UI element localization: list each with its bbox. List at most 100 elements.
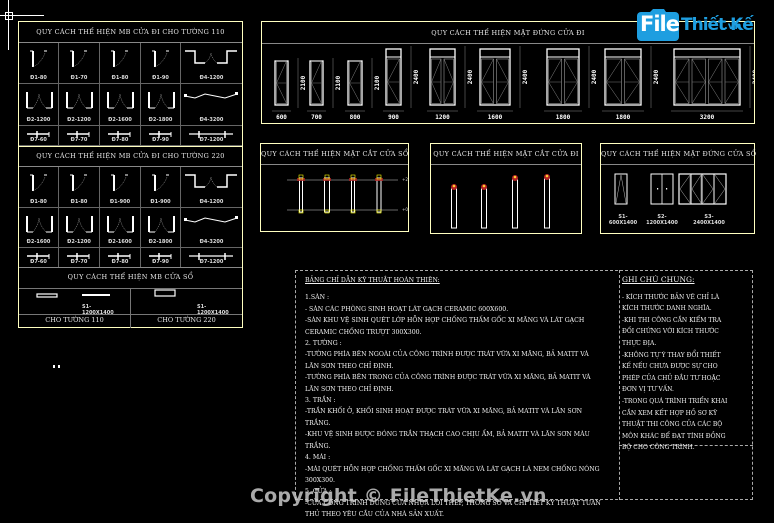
technical-notes: BẢNG CHỈ DẪN KỸ THUẬT HOÀN THIỆN: 1.SÀN … — [305, 275, 601, 521]
general-note-line: THUẬT THI CÔNG CỦA CÁC BỘ — [622, 421, 723, 429]
door-elevation-item: 1600 2400 — [477, 46, 529, 121]
logo-file: File — [640, 12, 680, 36]
door-elevation-item: 900 2400 — [383, 46, 420, 121]
door-plan-220-cell: Đ7-60 — [19, 248, 59, 268]
general-note-line: THỰC ĐỊA. — [622, 339, 657, 347]
footer-wall-220: CHO TƯỜNG 220 — [157, 316, 216, 324]
point-marker — [53, 365, 55, 368]
door-plan-110-grid: Đ1-80 Đ1-70 Đ1-80 Đ1-90 Đ4-1200 Đ2-1200 Đ2-120… — [19, 43, 242, 146]
door-plan-220-cell: Đ4-3200 — [181, 208, 242, 248]
door-section-member — [544, 174, 550, 229]
technical-note-line: CERAMIC CHỐNG TRƯỢT 300X300. — [305, 328, 422, 336]
door-width-label: 900 — [388, 114, 399, 121]
general-note-line: KẾ NẾU CHƯA ĐƯỢC SỰ CHO — [622, 363, 718, 371]
door-plan-220-cell: Đ4-1200 — [181, 167, 242, 208]
door-code-label: Đ2-1200 — [67, 117, 91, 123]
technical-note-line: 3. TRẦN : — [305, 397, 336, 405]
general-note-line: PHÉP CỦA CHỦ ĐẦU TƯ HOẶC — [622, 374, 721, 382]
door-plan-110-cell: Đ7-90 — [141, 126, 181, 146]
door-plan-110-cell: Đ1-80 — [19, 43, 59, 84]
level-bottom: +0.9 — [402, 207, 408, 212]
door-plan-220-cell: Đ1-80 — [59, 167, 100, 208]
general-note-line: -TRONG QUÁ TRÌNH TRIỂN KHAI — [622, 397, 728, 405]
door-section-panel: QUY CÁCH THỂ HIỆN MẶT CẮT CỬA ĐI — [430, 143, 582, 234]
door-plan-220-cell: Đ2-1800 — [141, 208, 181, 248]
door-height-label: 2100 — [335, 75, 342, 90]
door-code-label: Đ7-70 — [70, 137, 88, 143]
door-plan-220-grid: Đ1-80 Đ1-80 Đ1-900 Đ1-900 Đ4-1200 Đ2-1600 Đ2-1… — [19, 167, 242, 268]
door-height-label: 2400 — [467, 69, 474, 84]
technical-note-line: THỦ THEO YÊU CẦU CỦA NHÀ SẢN XUẤT. — [305, 511, 444, 519]
door-code-label: Đ1-80 — [70, 199, 88, 205]
window-section-member — [375, 174, 383, 214]
door-code-label: Đ2-1800 — [148, 117, 173, 123]
general-notes: GHI CHÚ CHUNG: - KÍCH THƯỚC BẢN VẼ CHỈ L… — [622, 274, 727, 454]
door-code-label: Đ7-90 — [152, 259, 169, 265]
door-plan-110-cell: Đ4-1200 — [181, 43, 242, 84]
window-section-title: QUY CÁCH THỂ HIỆN MẶT CẮT CỬA SỔ — [261, 150, 409, 158]
door-code-label: Đ1-80 — [30, 199, 47, 205]
door-width-label: 600 — [276, 114, 287, 121]
door-height-label: 2100 — [374, 75, 381, 90]
crosshair-pickbox — [5, 12, 13, 20]
technical-note-line: LĂN SƠN THEO CHỈ ĐỊNH. — [305, 385, 394, 393]
door-plan-220-cell: Đ1-900 — [100, 167, 141, 208]
technical-note-line: -MÁI QUÉT HỖN HỢP CHỐNG THẤM GỐC XI MĂNG… — [305, 465, 600, 473]
door-section-drawing — [451, 174, 550, 229]
door-plan-110-cell: Đ2-1200 — [19, 84, 59, 126]
door-height-label: 2400 — [413, 69, 420, 84]
door-plan-110-cell: Đ7-70 — [59, 126, 100, 146]
door-plan-110-cell: Đ2-1800 — [141, 84, 181, 126]
door-code-label: Đ7-60 — [30, 137, 47, 143]
window-elevation-title: QUY CÁCH THỂ HIỆN MẶT ĐỨNG CỬA SỔ — [601, 150, 757, 158]
general-note-line: -KHI THI CÔNG CẦN KIỂM TRA — [622, 316, 722, 324]
door-width-label: 3200 — [700, 114, 715, 121]
technical-note-line: 1.SÀN : — [305, 294, 330, 302]
window-section-member — [349, 174, 357, 214]
technical-note-line: TRẮNG. — [305, 419, 331, 427]
door-height-label: 2400 — [653, 69, 660, 84]
door-code-label: Đ4-3200 — [199, 239, 224, 245]
door-plan-110-cell: Đ4-3200 — [181, 84, 242, 126]
technical-notes-title: BẢNG CHỈ DẪN KỸ THUẬT HOÀN THIỆN: — [305, 277, 440, 284]
window-elev-label-s1: S1-600X1400 — [608, 214, 638, 226]
door-section-member — [481, 184, 487, 229]
door-width-label: 1600 — [488, 114, 503, 121]
door-width-label: 1200 — [435, 114, 450, 121]
door-plan-220-cell: Đ2-1600 — [100, 208, 141, 248]
door-elevation-item: 600 2100 — [272, 58, 307, 121]
general-note-line: ĐỐI CHỨNG VỚI KÍCH THƯỚC — [622, 328, 719, 336]
technical-note-line: TRẮNG. — [305, 442, 331, 450]
door-plan-220-cell: Đ2-1600 — [19, 208, 59, 248]
general-note-line: BỘ CHO CÔNG TRÌNH. — [622, 444, 695, 452]
door-plan-panel: QUY CÁCH THỂ HIỆN MB CỬA ĐI CHO TƯỜNG 11… — [18, 21, 243, 328]
door-elevation-item: 1200 2400 — [427, 46, 474, 121]
level-top: +2.4 — [402, 177, 408, 182]
door-elevation-item: 700 2100 — [307, 58, 342, 121]
technical-note-line: -KHU VỆ SINH ĐƯỢC ĐÓNG TRẦN THẠCH CAO CH… — [305, 431, 590, 439]
door-code-label: Đ1-70 — [70, 75, 88, 81]
door-code-label: Đ1-80 — [30, 75, 47, 81]
general-note-line: MÔN KHÁC ĐỂ ĐẠT TÍNH ĐỒNG — [622, 432, 726, 440]
general-note-line: - KÍCH THƯỚC BẢN VẼ CHỈ LÀ — [622, 293, 720, 301]
door-height-label: 2400 — [591, 69, 598, 84]
technical-note-line: - SÀN CÁC PHÒNG SINH HOẠT LÁT GẠCH CERAM… — [305, 305, 509, 313]
crosshair-v — [8, 0, 9, 50]
general-note-line: CẦN XEM KẾT HỢP HỒ SƠ KỸ — [622, 409, 718, 417]
door-width-label: 700 — [311, 114, 322, 121]
door-width-label: 1800 — [616, 114, 631, 121]
window-section-panel: QUY CÁCH THỂ HIỆN MẶT CẮT CỬA SỔ +2.4 +0… — [260, 143, 409, 232]
door-plan-110-cell: Đ1-70 — [59, 43, 100, 84]
door-plan-220-cell: Đ7-80 — [100, 248, 141, 268]
door-elevation-drawing: 6002100700210080021009002400120024001600… — [272, 46, 754, 121]
door-plan-110-title: QUY CÁCH THỂ HIỆN MB CỬA ĐI CHO TƯỜNG 11… — [36, 28, 225, 36]
point-marker — [58, 365, 60, 368]
door-height-label: 2400 — [752, 69, 754, 84]
door-code-label: Đ1-900 — [150, 199, 171, 205]
door-code-label: Đ1-900 — [109, 199, 131, 205]
technical-note-line: -TƯỜNG PHÍA BÊN TRONG CỦA CÔNG TRÌNH ĐƯỢ… — [305, 374, 591, 382]
door-code-label: Đ4-1200 — [199, 75, 224, 81]
footer-wall-110: CHO TƯỜNG 110 — [45, 316, 104, 324]
door-code-label: Đ2-1800 — [148, 239, 173, 245]
door-code-label: Đ2-1200 — [67, 239, 91, 245]
